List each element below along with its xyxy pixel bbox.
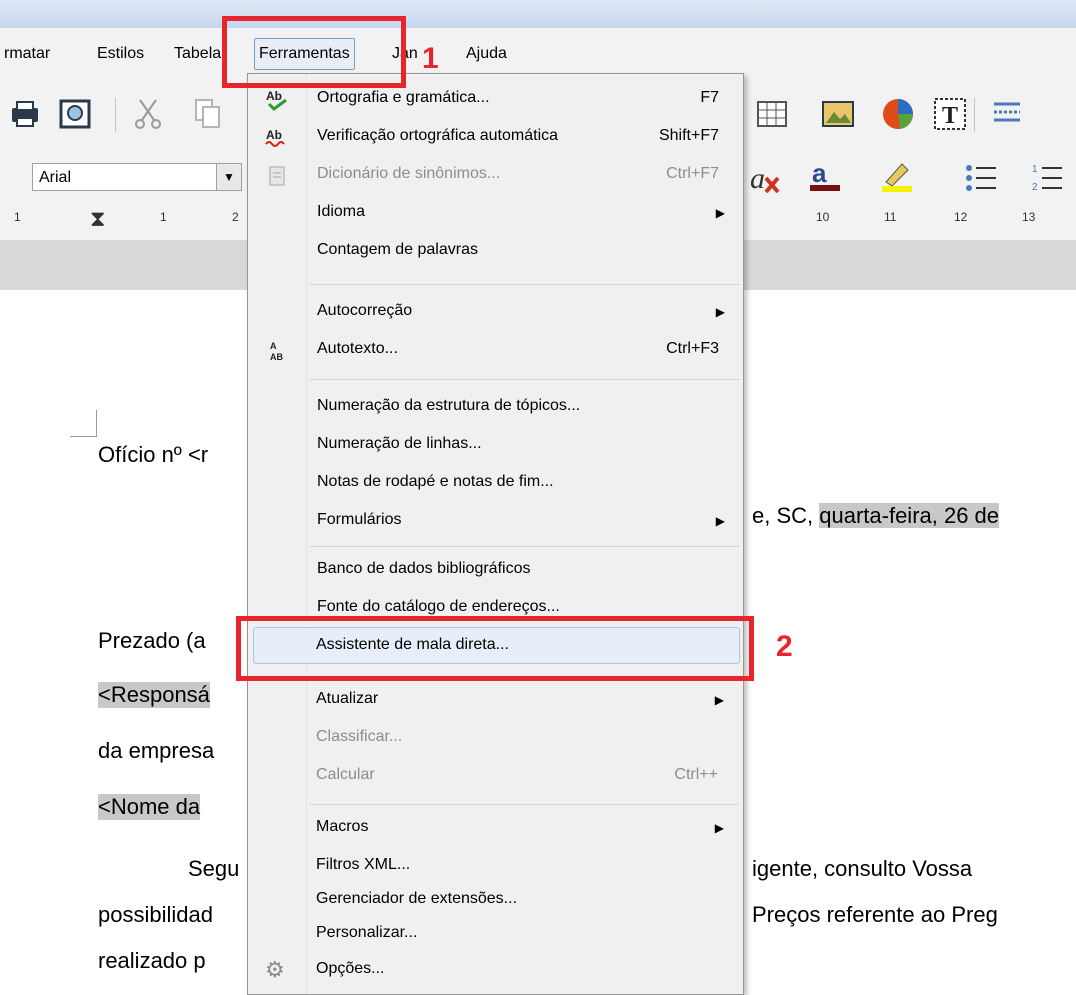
gear-icon: ⚙: [265, 957, 285, 982]
chevron-down-icon[interactable]: ▼: [216, 164, 241, 190]
svg-text:a: a: [750, 162, 765, 195]
print-icon[interactable]: [8, 96, 44, 132]
print-preview-icon[interactable]: [58, 96, 94, 132]
ruler-tick: 12: [954, 210, 968, 224]
doc-line-realizado: realizado p: [98, 948, 206, 973]
font-color-icon[interactable]: a: [808, 158, 844, 194]
annotation-label-2: 2: [776, 630, 793, 663]
font-name-value: Arial: [39, 169, 72, 186]
ruler-tick: 11: [884, 210, 897, 224]
ruler-tick: 13: [1022, 210, 1036, 224]
ruler-tick: 2: [232, 210, 239, 224]
svg-text:A: A: [270, 341, 277, 351]
svg-text:AB: AB: [270, 352, 283, 362]
doc-line-empresa: da empresa: [98, 738, 215, 763]
spellcheck-icon: Ab: [266, 89, 287, 111]
svg-text:Ab: Ab: [266, 89, 282, 103]
menu-item-atualizar[interactable]: Atualizar ▶: [247, 682, 742, 720]
menu-item-classificar[interactable]: Classificar...: [247, 720, 742, 758]
doc-line-possibilidade: possibilidad: [98, 902, 213, 927]
svg-text:2: 2: [1032, 182, 1038, 193]
menu-item-contagem-palavras[interactable]: Contagem de palavras: [248, 233, 743, 271]
doc-line-segue: Segu: [188, 856, 240, 881]
svg-text:T: T: [942, 103, 958, 129]
font-name-combobox[interactable]: Arial ▼: [32, 163, 242, 191]
menu-item-gerenciador-extensoes[interactable]: Gerenciador de extensões...: [247, 882, 742, 920]
submenu-arrow-icon: ▶: [715, 305, 725, 319]
menu-item-personalizar[interactable]: Personalizar...: [247, 916, 742, 954]
table-icon[interactable]: [756, 96, 792, 132]
submenu-arrow-icon: ▶: [714, 693, 724, 707]
doc-line-nome: <Nome da: [98, 794, 201, 820]
menu-item-calcular[interactable]: Calcular Ctrl++: [247, 758, 742, 796]
menu-ajuda[interactable]: Ajuda: [462, 42, 511, 66]
menu-separator: [310, 546, 740, 547]
submenu-arrow-icon: ▶: [715, 206, 725, 220]
svg-text:Ab: Ab: [266, 128, 282, 142]
submenu-arrow-icon: ▶: [714, 821, 724, 835]
menu-item-filtros-xml[interactable]: Filtros XML...: [247, 848, 742, 886]
menu-item-notas-rodape[interactable]: Notas de rodapé e notas de fim...: [248, 465, 743, 503]
highlight-icon[interactable]: [880, 158, 916, 194]
doc-line-prezado: Prezado (a: [98, 628, 206, 653]
autotext-icon: AAB: [270, 341, 283, 362]
menu-item-macros[interactable]: Macros ▶: [247, 810, 742, 848]
doc-line-vigente: igente, consulto Vossa: [752, 856, 973, 881]
toolbar-separator: [974, 98, 975, 132]
menu-item-numeracao-topicos[interactable]: Numeração da estrutura de tópicos...: [248, 389, 743, 427]
menu-item-formularios[interactable]: Formulários ▶: [248, 503, 743, 541]
copy-icon[interactable]: [190, 96, 226, 132]
menu-estilos[interactable]: Estilos: [93, 42, 148, 66]
menu-item-idioma[interactable]: Idioma ▶: [248, 195, 743, 233]
menu-separator: [310, 284, 740, 285]
clear-formatting-icon[interactable]: a: [746, 160, 782, 196]
menu-format[interactable]: rmatar: [0, 42, 54, 66]
menu-item-banco-dados-bibliograficos[interactable]: Banco de dados bibliográficos: [248, 552, 743, 590]
title-bar: [0, 0, 1076, 28]
ruler-tick: 1: [160, 210, 167, 224]
bullet-list-icon[interactable]: [964, 160, 1000, 196]
svg-text:a: a: [812, 158, 827, 188]
text-boundary-corner: [70, 410, 97, 437]
toolbar-separator: [115, 98, 116, 132]
menu-separator: [310, 379, 740, 380]
thesaurus-icon: [269, 166, 285, 186]
chart-icon[interactable]: [880, 96, 916, 132]
image-icon[interactable]: [820, 96, 856, 132]
svg-text:1: 1: [1032, 164, 1038, 175]
menu-item-opcoes[interactable]: ⚙ Opções...: [247, 952, 742, 990]
menu-item-verificacao-automatica[interactable]: Ab Verificação ortográfica automática Shi…: [248, 119, 743, 157]
cut-icon[interactable]: [130, 96, 166, 132]
menu-separator: [309, 804, 739, 805]
submenu-arrow-icon: ▶: [715, 514, 725, 528]
autospell-icon: Ab: [265, 128, 285, 147]
doc-line-date: e, SC, quarta-feira, 26 de: [752, 503, 1000, 528]
menu-item-autotexto[interactable]: A AB Autotexto... Ctrl+F3: [248, 332, 743, 370]
doc-line-oficio: Ofício nº <r: [98, 442, 209, 467]
menu-item-dicionario-sinonimos[interactable]: Dicionário de sinônimos... Ctrl+F7: [248, 157, 743, 195]
menu-item-autocorrecao[interactable]: Autocorreção ▶: [248, 294, 743, 332]
textbox-icon[interactable]: T: [932, 96, 968, 132]
annotation-label-1: 1: [422, 42, 439, 75]
menu-item-numeracao-linhas[interactable]: Numeração de linhas...: [248, 427, 743, 465]
annotation-box-1: [222, 16, 406, 88]
field-icon[interactable]: [990, 96, 1026, 132]
ruler-tick: 1: [14, 210, 21, 224]
indent-marker-icon[interactable]: ⧗: [90, 206, 105, 232]
ruler-tick: 10: [816, 210, 830, 224]
annotation-box-2: [236, 616, 754, 681]
numbered-list-icon[interactable]: 12: [1030, 160, 1066, 196]
doc-line-precos: Preços referente ao Preg: [752, 902, 998, 927]
doc-line-responsavel: <Responsá: [98, 682, 210, 708]
menu-tabela[interactable]: Tabela: [170, 42, 225, 66]
